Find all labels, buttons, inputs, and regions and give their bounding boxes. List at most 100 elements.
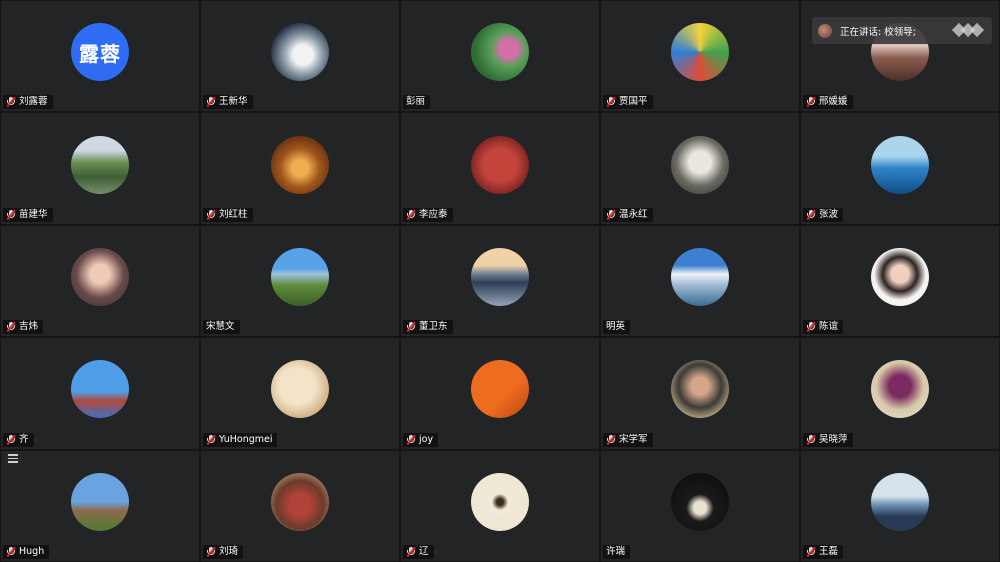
participant-name: 张波 — [819, 208, 839, 220]
participant-name-tag: 许瑞 — [603, 545, 631, 559]
participant-tile[interactable]: 明英 — [601, 225, 799, 337]
participant-avatar-seaside-photo — [871, 472, 929, 531]
participant-avatar-winter-tree-photo — [71, 472, 129, 531]
participant-tile[interactable]: 刘琦 — [201, 450, 399, 561]
participant-name: 吉炜 — [19, 321, 39, 333]
participant-avatar-calligraphy-photo — [471, 472, 529, 531]
participant-name-tag: 宋慧文 — [203, 320, 240, 335]
participant-name-tag: 刘露蓉 — [3, 95, 53, 110]
muted-microphone-icon — [6, 434, 16, 445]
participant-avatar-purple-hair-photo — [871, 360, 929, 419]
participant-list-icon[interactable] — [4, 451, 22, 465]
participant-name: 宋慧文 — [206, 321, 235, 333]
participant-tile[interactable]: 王新华 — [201, 1, 399, 112]
participant-avatar-coffee-photo — [671, 472, 729, 531]
participant-name-tag: 董卫东 — [403, 320, 453, 335]
participant-name-tag: 宋学军 — [603, 432, 653, 447]
participant-tile[interactable]: Hugh — [1, 450, 199, 561]
participant-avatar-blossom-photo — [271, 360, 329, 419]
muted-microphone-icon — [806, 434, 816, 445]
muted-microphone-icon — [406, 209, 416, 220]
participant-name-tag: 辽 — [403, 545, 434, 559]
participant-name: 陈谊 — [819, 321, 839, 333]
participant-name: 温永红 — [619, 208, 648, 220]
participant-tile[interactable]: 彭丽 — [401, 1, 599, 112]
muted-microphone-icon — [806, 97, 816, 108]
participant-name: YuHongmei — [219, 433, 273, 445]
participant-tile[interactable]: 露蓉 刘露蓉 — [1, 1, 199, 112]
participant-name-tag: 吴晓萍 — [803, 432, 853, 447]
participant-name-tag: 张波 — [803, 207, 844, 222]
participant-tile[interactable]: 陈谊 — [801, 225, 999, 337]
participant-name-tag: 齐 — [3, 432, 34, 447]
participant-tile[interactable]: 吴晓萍 — [801, 338, 999, 449]
muted-microphone-icon — [806, 209, 816, 220]
participant-avatar-orange-wall-photo — [471, 360, 529, 419]
participant-name-tag: 刘琦 — [203, 545, 244, 559]
participant-avatar-woman-photo — [71, 247, 129, 306]
participant-name: 王磊 — [819, 546, 839, 557]
participant-name: 刘红柱 — [219, 208, 248, 220]
participant-name: 贾国平 — [619, 96, 648, 108]
participant-tile[interactable]: 刘红柱 — [201, 113, 399, 224]
participant-avatar-girl-photo — [871, 247, 929, 306]
participant-tile[interactable]: 齐 — [1, 338, 199, 449]
participant-name-tag: 彭丽 — [403, 95, 431, 110]
participant-tile[interactable]: 苗建华 — [1, 113, 199, 224]
participant-avatar-lake-birds-photo — [871, 135, 929, 194]
participant-avatar-castle-photo — [471, 247, 529, 306]
participant-name: joy — [419, 433, 434, 445]
participant-name: 吴晓萍 — [819, 433, 848, 445]
participant-tile[interactable]: 贾国平 — [601, 1, 799, 112]
muted-microphone-icon — [6, 97, 16, 108]
muted-microphone-icon — [406, 546, 416, 557]
muted-microphone-icon — [806, 546, 816, 557]
participant-name: 彭丽 — [406, 96, 426, 108]
participant-avatar-clouds-photo — [671, 247, 729, 306]
participant-name: 刘琦 — [219, 546, 239, 557]
participant-tile[interactable]: joy — [401, 338, 599, 449]
active-speaker-label: 正在讲话: 校领导; — [840, 26, 916, 38]
participant-avatar-landscape-photo — [71, 135, 129, 194]
participant-name-tag: joy — [403, 432, 439, 447]
muted-microphone-icon — [206, 209, 216, 220]
participant-name: 董卫东 — [419, 321, 448, 333]
participant-tile[interactable]: 董卫东 — [401, 225, 599, 337]
participant-tile[interactable]: 宋学军 — [601, 338, 799, 449]
active-speaker-indicator: 正在讲话: 校领导; — [812, 17, 992, 44]
participant-tile[interactable]: 温永红 — [601, 113, 799, 224]
muted-microphone-icon — [6, 546, 16, 557]
participant-tile[interactable]: 王磊 — [801, 450, 999, 561]
participant-avatar-dancer-photo — [71, 360, 129, 419]
participant-tile[interactable]: 辽 — [401, 450, 599, 561]
participant-avatar-hall-photo — [271, 135, 329, 194]
participant-name: 齐 — [19, 433, 29, 445]
muted-microphone-icon — [206, 434, 216, 445]
participant-avatar-room-photo — [271, 472, 329, 531]
speaker-avatar-icon — [818, 23, 832, 38]
participant-avatar-cat-photo — [671, 135, 729, 194]
muted-microphone-icon — [206, 97, 216, 108]
participant-name-tag: 刘红柱 — [203, 207, 253, 222]
participant-name: 宋学军 — [619, 433, 648, 445]
participant-name-tag: 吉炜 — [3, 320, 44, 335]
participant-tile[interactable]: 张波 — [801, 113, 999, 224]
participant-name-tag: 王磊 — [803, 545, 844, 559]
participant-name-tag: 温永红 — [603, 207, 653, 222]
participant-tile[interactable]: 许瑞 — [601, 450, 799, 561]
participant-name-tag: 贾国平 — [603, 95, 653, 110]
participant-name: 苗建华 — [19, 208, 48, 220]
participant-name: 明英 — [606, 321, 626, 333]
participant-tile[interactable]: 李应泰 — [401, 113, 599, 224]
participant-name: 王新华 — [219, 96, 248, 108]
participant-tile[interactable]: 宋慧文 — [201, 225, 399, 337]
participant-name: 许瑞 — [606, 546, 626, 557]
participant-avatar-painting-photo — [671, 23, 729, 82]
participant-name-tag: Hugh — [3, 545, 50, 559]
participant-tile[interactable]: YuHongmei — [201, 338, 399, 449]
muted-microphone-icon — [806, 321, 816, 333]
participant-name-tag: 李应泰 — [403, 207, 453, 222]
muted-microphone-icon — [606, 97, 616, 108]
muted-microphone-icon — [406, 434, 416, 445]
participant-tile[interactable]: 吉炜 — [1, 225, 199, 337]
